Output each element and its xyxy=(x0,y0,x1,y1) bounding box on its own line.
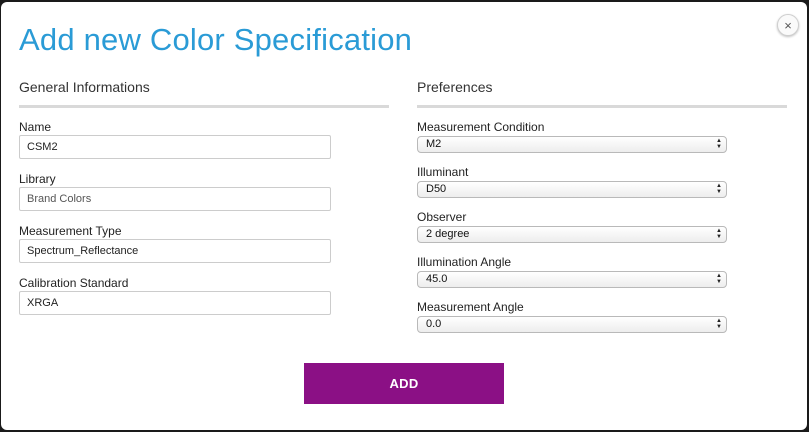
illumination-angle-select[interactable]: 45.0 ▲ ▼ xyxy=(417,271,727,288)
calibration-standard-label: Calibration Standard xyxy=(19,276,129,290)
name-input[interactable] xyxy=(19,135,331,159)
name-label: Name xyxy=(19,120,52,134)
observer-value: 2 degree xyxy=(426,228,470,240)
select-arrows-icon: ▲ ▼ xyxy=(716,183,722,195)
measurement-condition-select[interactable]: M2 ▲ ▼ xyxy=(417,136,727,153)
preferences-heading: Preferences xyxy=(417,79,787,108)
measurement-angle-label: Measurement Angle xyxy=(417,300,524,314)
close-icon[interactable]: × xyxy=(777,14,799,36)
measurement-type-label: Measurement Type xyxy=(19,224,122,238)
add-color-spec-dialog: × Add new Color Specification General In… xyxy=(1,2,807,430)
library-label: Library xyxy=(19,172,56,186)
add-button[interactable]: ADD xyxy=(304,363,504,404)
illuminant-value: D50 xyxy=(426,183,447,195)
measurement-condition-value: M2 xyxy=(426,138,442,150)
measurement-angle-select[interactable]: 0.0 ▲ ▼ xyxy=(417,316,727,333)
select-arrows-icon: ▲ ▼ xyxy=(716,318,722,330)
library-input[interactable] xyxy=(19,187,331,211)
illuminant-label: Illuminant xyxy=(417,165,469,179)
general-informations-heading: General Informations xyxy=(19,79,389,108)
measurement-angle-value: 0.0 xyxy=(426,318,442,330)
select-arrows-icon: ▲ ▼ xyxy=(716,228,722,240)
calibration-standard-input[interactable] xyxy=(19,291,331,315)
illumination-angle-label: Illumination Angle xyxy=(417,255,512,269)
measurement-condition-label: Measurement Condition xyxy=(417,120,545,134)
observer-select[interactable]: 2 degree ▲ ▼ xyxy=(417,226,727,243)
illumination-angle-value: 45.0 xyxy=(426,273,448,285)
illuminant-select[interactable]: D50 ▲ ▼ xyxy=(417,181,727,198)
select-arrows-icon: ▲ ▼ xyxy=(716,273,722,285)
dialog-title: Add new Color Specification xyxy=(19,22,413,57)
observer-label: Observer xyxy=(417,210,467,224)
select-arrows-icon: ▲ ▼ xyxy=(716,138,722,150)
measurement-type-input[interactable] xyxy=(19,239,331,263)
